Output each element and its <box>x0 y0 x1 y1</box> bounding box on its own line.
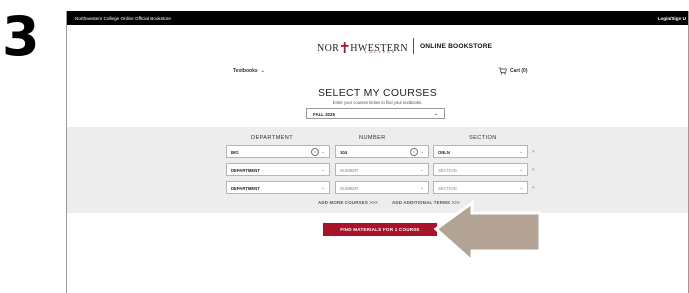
site-label: Northwestern College Online Official Boo… <box>75 16 171 21</box>
chevron-down-icon: ⌄ <box>260 68 265 74</box>
cart-label: Cart (0) <box>510 68 528 74</box>
chevron-down-icon: ⌄ <box>519 185 523 190</box>
find-materials-button[interactable]: FIND MATERIALS FOR 1 COURSE <box>323 223 437 236</box>
chevron-down-icon: ⌄ <box>420 185 424 190</box>
page-subtitle: Enter your courses below to find your te… <box>332 100 423 105</box>
chevron-down-icon: ⌄ <box>519 149 523 154</box>
top-bar: Northwestern College Online Official Boo… <box>67 11 688 25</box>
clear-icon[interactable]: × <box>311 148 319 156</box>
textbooks-menu[interactable]: Textbooks ⌄ <box>233 68 265 74</box>
browser-screenshot-frame: Northwestern College Online Official Boo… <box>66 11 689 293</box>
section-select-row-2[interactable]: SECTION ⌄ <box>433 163 528 176</box>
textbooks-menu-label: Textbooks <box>233 68 258 74</box>
number-select-row-1[interactable]: 104 × ⌄ <box>335 145 429 158</box>
logo-word-a: NOR <box>317 42 340 54</box>
step-number: 3 <box>2 5 40 68</box>
chevron-down-icon: ⌄ <box>321 149 325 154</box>
clear-icon[interactable]: × <box>410 148 418 156</box>
department-select-row-1[interactable]: BIO × ⌄ <box>226 145 330 158</box>
section-column-header: SECTION <box>469 135 497 141</box>
logo-subtitle: COLLEGE <box>365 49 397 54</box>
chevron-down-icon: ⌄ <box>519 167 523 172</box>
number-placeholder: NUMBER <box>340 168 359 173</box>
number-column-header: NUMBER <box>359 135 386 141</box>
department-value: BIO <box>231 150 239 155</box>
remove-row-icon[interactable]: × <box>532 185 535 190</box>
section-value: ONLN <box>438 150 450 155</box>
section-placeholder: SECTION <box>438 168 457 173</box>
bookstore-logo[interactable]: NOR✝HWESTERN COLLEGE ONLINE BOOKSTORE <box>317 35 492 57</box>
term-select-value: FALL 2025 <box>313 112 335 117</box>
chevron-down-icon: ⌄ <box>321 167 325 172</box>
department-column-header: DEPARTMENT <box>251 135 294 141</box>
number-select-row-2[interactable]: NUMBER ⌄ <box>335 163 429 176</box>
remove-row-icon[interactable]: × <box>532 149 535 154</box>
pointer-arrow-icon <box>433 200 542 265</box>
term-select[interactable]: FALL 2025 ⌄ <box>306 108 445 119</box>
college-logo-wordmark: NOR✝HWESTERN COLLEGE <box>317 37 408 57</box>
department-select-row-2[interactable]: DEPARTMENT ⌄ <box>226 163 330 176</box>
department-placeholder: DEPARTMENT <box>231 168 260 173</box>
cross-icon: ✝ <box>338 40 352 57</box>
chevron-down-icon: ⌄ <box>420 149 424 154</box>
add-more-courses-link[interactable]: ADD MORE COURSES >>> <box>318 200 378 205</box>
cart-link[interactable]: Cart (0) <box>498 67 528 75</box>
number-select-row-3[interactable]: NUMBER ⌄ <box>335 181 429 194</box>
page-title: SELECT MY COURSES <box>317 87 438 99</box>
login-link[interactable]: Login/Sign U <box>658 16 686 21</box>
number-placeholder: NUMBER <box>340 186 359 191</box>
section-placeholder: SECTION <box>438 186 457 191</box>
remove-row-icon[interactable]: × <box>532 167 535 172</box>
online-bookstore-label: ONLINE BOOKSTORE <box>419 42 493 50</box>
chevron-down-icon: ⌄ <box>420 167 424 172</box>
department-placeholder: DEPARTMENT <box>231 186 260 191</box>
logo-divider <box>412 38 414 54</box>
section-select-row-3[interactable]: SECTION ⌄ <box>433 181 528 194</box>
chevron-down-icon: ⌄ <box>433 111 438 117</box>
chevron-down-icon: ⌄ <box>321 185 325 190</box>
number-value: 104 <box>340 150 347 155</box>
department-select-row-3[interactable]: DEPARTMENT ⌄ <box>226 181 330 194</box>
cart-icon <box>498 67 507 75</box>
section-select-row-1[interactable]: ONLN ⌄ <box>433 145 528 158</box>
